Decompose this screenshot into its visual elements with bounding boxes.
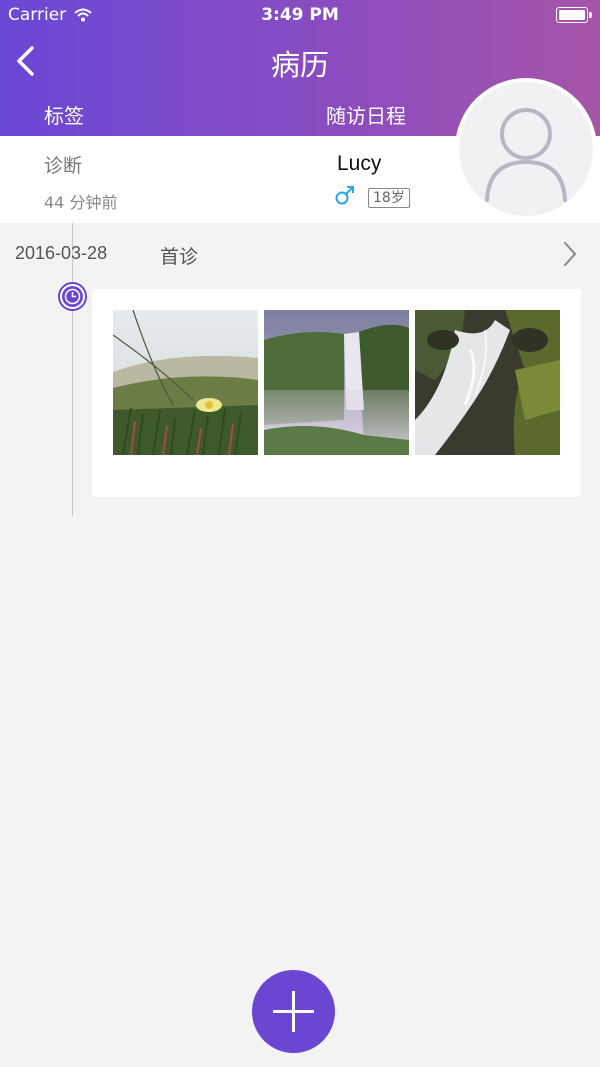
age-badge: 18岁: [368, 188, 410, 208]
status-bar: Carrier 3:49 PM: [0, 0, 600, 30]
tab-tags[interactable]: 标签: [44, 100, 84, 129]
waterfall-canyon-image: [264, 310, 409, 455]
person-placeholder-icon: [485, 108, 567, 202]
chevron-right-icon[interactable]: [561, 240, 579, 268]
male-icon: [335, 186, 354, 205]
clock-icon: [58, 282, 87, 311]
record-type: 首诊: [160, 246, 199, 268]
timeline-line: [72, 223, 73, 516]
photo-thumbnail[interactable]: [264, 310, 409, 455]
updated-time: 44 分钟前: [44, 193, 118, 212]
patient-name: Lucy: [337, 152, 382, 175]
photo-thumbnail[interactable]: [415, 310, 560, 455]
tab-follow-up-schedule[interactable]: 随访日程: [326, 100, 406, 129]
status-time: 3:49 PM: [261, 5, 339, 25]
record-date: 2016-03-28: [15, 243, 108, 263]
flower-field-image: [113, 310, 258, 455]
avatar: [459, 82, 593, 216]
add-record-button[interactable]: [252, 970, 335, 1053]
battery-icon: [556, 7, 592, 23]
record-photo-card: [92, 289, 581, 497]
patient-avatar[interactable]: [455, 78, 597, 220]
diagnosis-label[interactable]: 诊断: [44, 151, 82, 178]
waterfall-rocks-image: [415, 310, 560, 455]
photo-thumbnail[interactable]: [113, 310, 258, 455]
page-title: 病历: [270, 48, 329, 82]
